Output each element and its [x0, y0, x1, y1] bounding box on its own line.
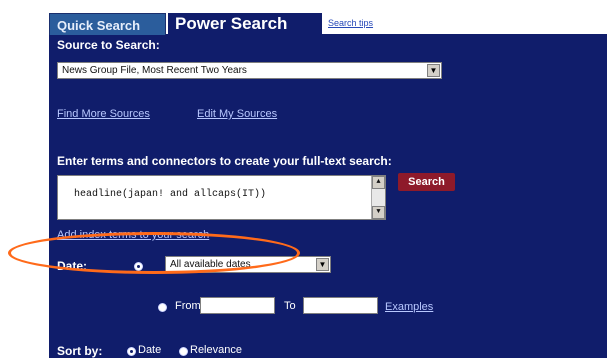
date-label: Date:: [57, 259, 88, 273]
scroll-up-icon[interactable]: ▲: [372, 176, 385, 189]
edit-my-sources-link[interactable]: Edit My Sources: [197, 108, 277, 120]
search-terms-label: Enter terms and connectors to create you…: [57, 154, 392, 168]
find-more-sources-link[interactable]: Find More Sources: [57, 108, 150, 120]
date-from-input[interactable]: [200, 297, 275, 314]
add-index-terms-link[interactable]: Add index terms to your search: [57, 229, 209, 241]
examples-link[interactable]: Examples: [385, 301, 433, 313]
source-select[interactable]: News Group File, Most Recent Two Years ▼: [57, 62, 442, 79]
sort-date-radio[interactable]: [127, 347, 136, 356]
date-select[interactable]: All available dates ▼: [165, 256, 331, 273]
date-to-input[interactable]: [303, 297, 378, 314]
sort-relevance-radio[interactable]: [179, 347, 188, 356]
tab-power-search[interactable]: Power Search: [168, 13, 322, 35]
to-label: To: [284, 300, 296, 312]
sort-by-label: Sort by:: [57, 344, 103, 358]
search-tips-link[interactable]: Search tips: [328, 18, 373, 40]
from-label: From: [175, 300, 201, 312]
search-button[interactable]: Search: [398, 173, 455, 191]
search-terms-textarea[interactable]: headline(japan! and allcaps(IT)) ▲ ▼: [57, 175, 386, 220]
tab-quick-search[interactable]: Quick Search: [49, 13, 166, 35]
textarea-scrollbar[interactable]: ▲ ▼: [371, 176, 385, 219]
search-terms-value: headline(japan! and allcaps(IT)): [74, 189, 267, 200]
scroll-down-icon[interactable]: ▼: [372, 206, 385, 219]
date-range-radio[interactable]: [134, 262, 143, 271]
chevron-down-icon[interactable]: ▼: [427, 64, 440, 77]
sort-relevance-label: Relevance: [190, 344, 242, 356]
source-select-value: News Group File, Most Recent Two Years: [62, 65, 247, 76]
sort-date-label: Date: [138, 344, 162, 356]
chevron-down-icon[interactable]: ▼: [316, 258, 329, 271]
date-from-to-radio[interactable]: [158, 303, 167, 312]
date-select-value: All available dates: [170, 259, 251, 270]
source-label: Source to Search:: [57, 38, 160, 52]
